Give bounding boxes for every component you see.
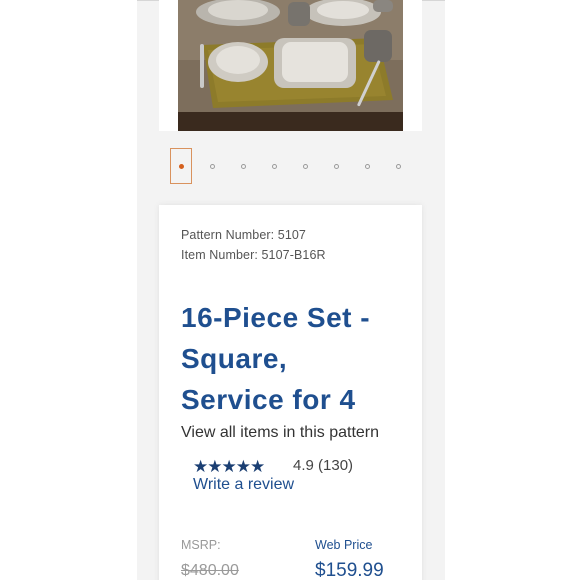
write-review-link[interactable]: Write a review bbox=[193, 476, 294, 494]
gallery-dot-7[interactable] bbox=[356, 148, 378, 184]
product-title-line-2: Square, bbox=[181, 343, 288, 374]
rating-value: 4.9 bbox=[293, 457, 314, 474]
gallery-dot-6[interactable] bbox=[325, 148, 347, 184]
gallery-dot-8[interactable] bbox=[387, 148, 409, 184]
gallery-dot-1[interactable] bbox=[170, 148, 192, 184]
gallery-dot-2[interactable] bbox=[201, 148, 223, 184]
msrp-price: $480.00 bbox=[181, 562, 239, 579]
gallery-dot-3[interactable] bbox=[232, 148, 254, 184]
gallery-dot-4[interactable] bbox=[263, 148, 285, 184]
product-info-card: Pattern Number: 5107 Item Number: 5107-B… bbox=[159, 205, 422, 580]
web-price-label: Web Price bbox=[315, 538, 373, 552]
product-title-line-1: 16-Piece Set - bbox=[181, 302, 371, 333]
product-title: 16-Piece Set - Square, Service for 4 bbox=[181, 297, 411, 420]
gallery-dot-5[interactable] bbox=[294, 148, 316, 184]
pattern-number: Pattern Number: 5107 bbox=[181, 228, 306, 242]
review-count: (130) bbox=[318, 457, 354, 474]
mobile-viewport: Pattern Number: 5107 Item Number: 5107-B… bbox=[137, 0, 445, 580]
rating-summary[interactable]: 4.9 (130) bbox=[293, 457, 353, 474]
product-image-card bbox=[159, 0, 422, 131]
gallery-pagination bbox=[170, 148, 410, 184]
web-price: $159.99 bbox=[315, 560, 384, 580]
product-title-line-3: Service for 4 bbox=[181, 384, 356, 415]
star-rating-icon[interactable]: ★★★★★ bbox=[193, 457, 265, 477]
product-photo[interactable] bbox=[178, 0, 403, 131]
msrp-label: MSRP: bbox=[181, 538, 221, 552]
view-pattern-link[interactable]: View all items in this pattern bbox=[181, 424, 379, 442]
item-number: Item Number: 5107-B16R bbox=[181, 248, 326, 262]
